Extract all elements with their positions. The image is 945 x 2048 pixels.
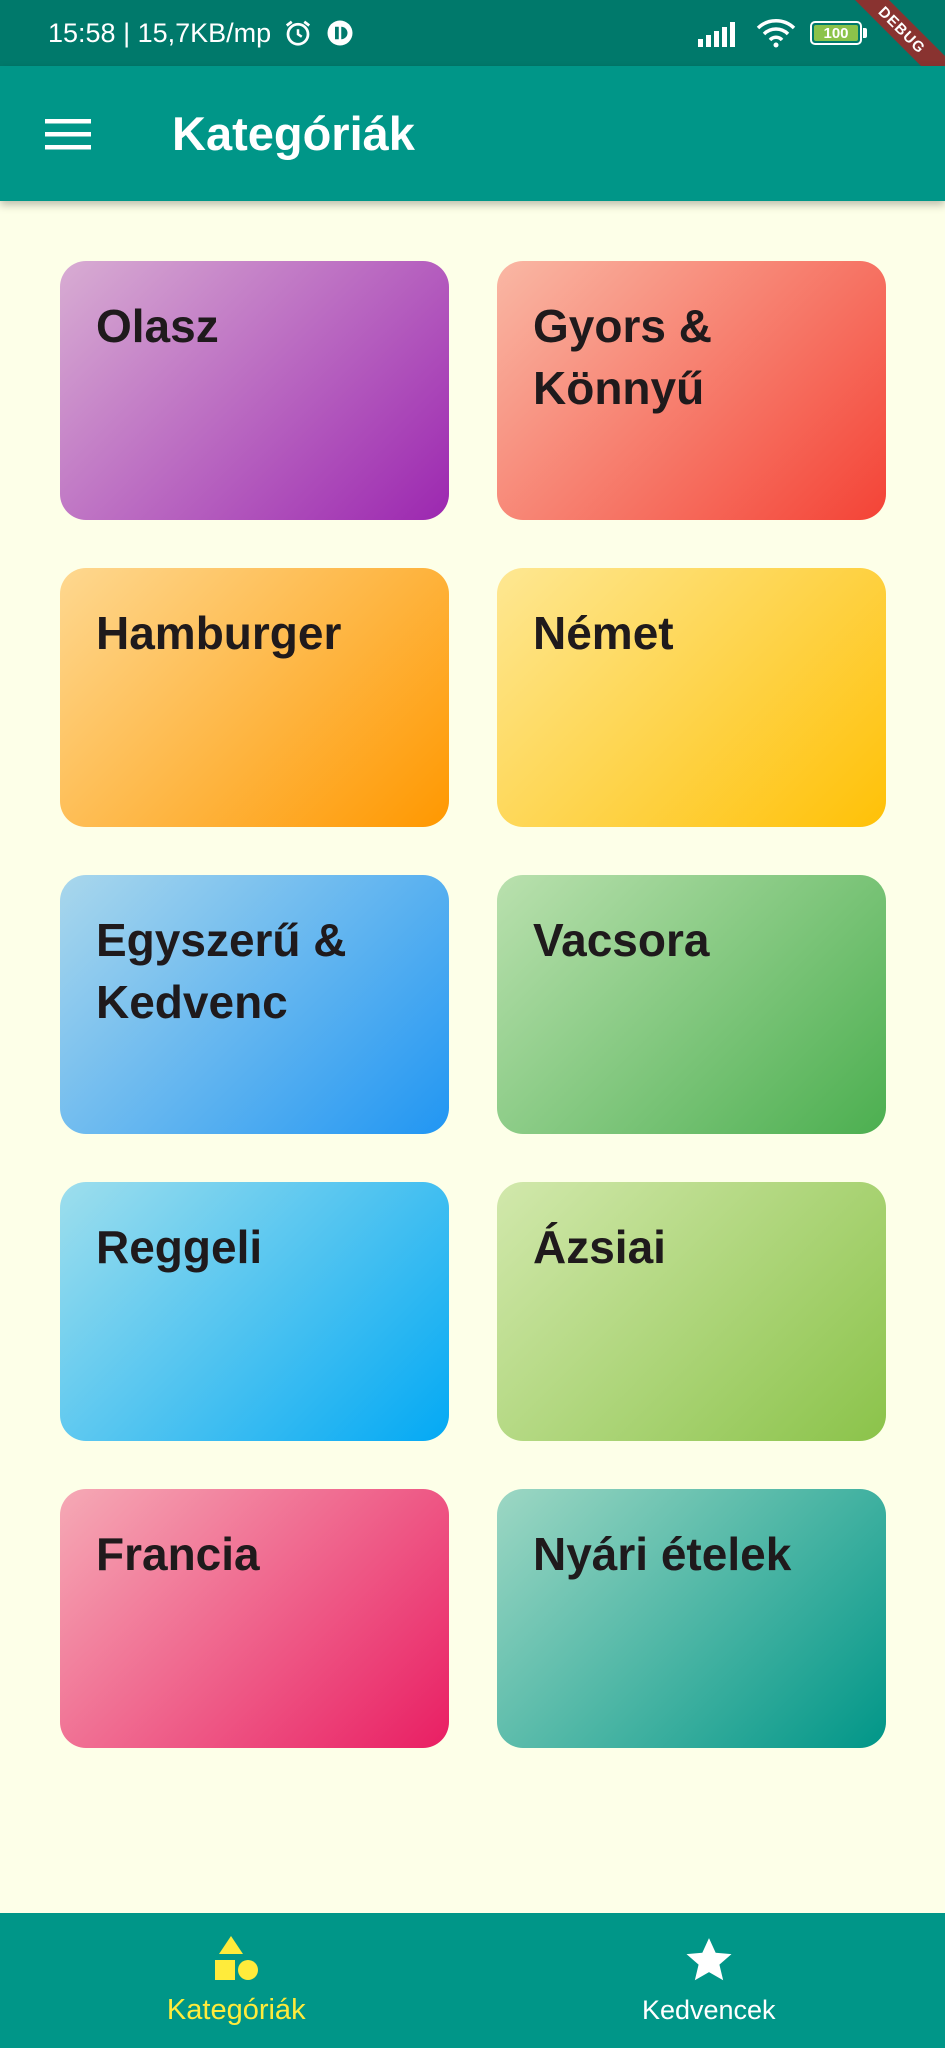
category-tile[interactable]: Olasz — [60, 261, 449, 520]
category-tile-label: Egyszerű & Kedvenc — [96, 914, 347, 1028]
category-tile-label: Gyors & Könnyű — [533, 300, 712, 414]
nav-label-favorites: Kedvencek — [641, 1995, 776, 2025]
status-time: 15:58 | 15,7KB/mp — [48, 17, 272, 48]
bottom-navigation: Kategóriák Kedvencek — [0, 1913, 945, 2048]
page-title: Kategóriák — [172, 107, 415, 160]
category-tile-label: Ázsiai — [533, 1221, 666, 1273]
category-tile-label: Vacsora — [533, 914, 710, 966]
battery-level-text: 100 — [823, 24, 849, 42]
wifi-icon — [756, 18, 796, 48]
signal-icon — [698, 19, 742, 47]
category-tile[interactable]: Nyári ételek — [497, 1489, 886, 1748]
status-bar: 15:58 | 15,7KB/mp 100 DEBUG — [0, 0, 945, 66]
star-icon — [684, 1935, 734, 1985]
menu-icon[interactable] — [34, 100, 102, 168]
category-tile[interactable]: Hamburger — [60, 568, 449, 827]
nav-item-favorites[interactable]: Kedvencek — [473, 1913, 945, 2048]
app-notification-icon — [325, 18, 355, 48]
nav-item-categories[interactable]: Kategóriák — [0, 1913, 473, 2048]
category-tile[interactable]: Német — [497, 568, 886, 827]
category-tile[interactable]: Ázsiai — [497, 1182, 886, 1441]
category-grid: Olasz Gyors & Könnyű Hamburger Német Egyszer… — [60, 261, 886, 1748]
category-icon — [211, 1934, 261, 1984]
category-tile-label: Reggeli — [96, 1221, 263, 1273]
category-tile-label: Olasz — [96, 300, 219, 352]
category-tile[interactable]: Gyors & Könnyű — [497, 261, 886, 520]
category-tile-label: Hamburger — [96, 607, 342, 659]
alarm-icon — [283, 18, 313, 48]
category-tile[interactable]: Francia — [60, 1489, 449, 1748]
category-tile-label: Francia — [96, 1528, 260, 1580]
category-tile-label: Nyári ételek — [533, 1528, 792, 1580]
category-tile[interactable]: Reggeli — [60, 1182, 449, 1441]
category-tile-label: Német — [533, 607, 674, 659]
category-tile[interactable]: Egyszerű & Kedvenc — [60, 875, 449, 1134]
nav-label-categories: Kategóriák — [166, 1994, 306, 2026]
app-bar: Kategóriák — [0, 66, 945, 201]
battery-icon: 100 — [810, 21, 867, 45]
category-tile[interactable]: Vacsora — [497, 875, 886, 1134]
